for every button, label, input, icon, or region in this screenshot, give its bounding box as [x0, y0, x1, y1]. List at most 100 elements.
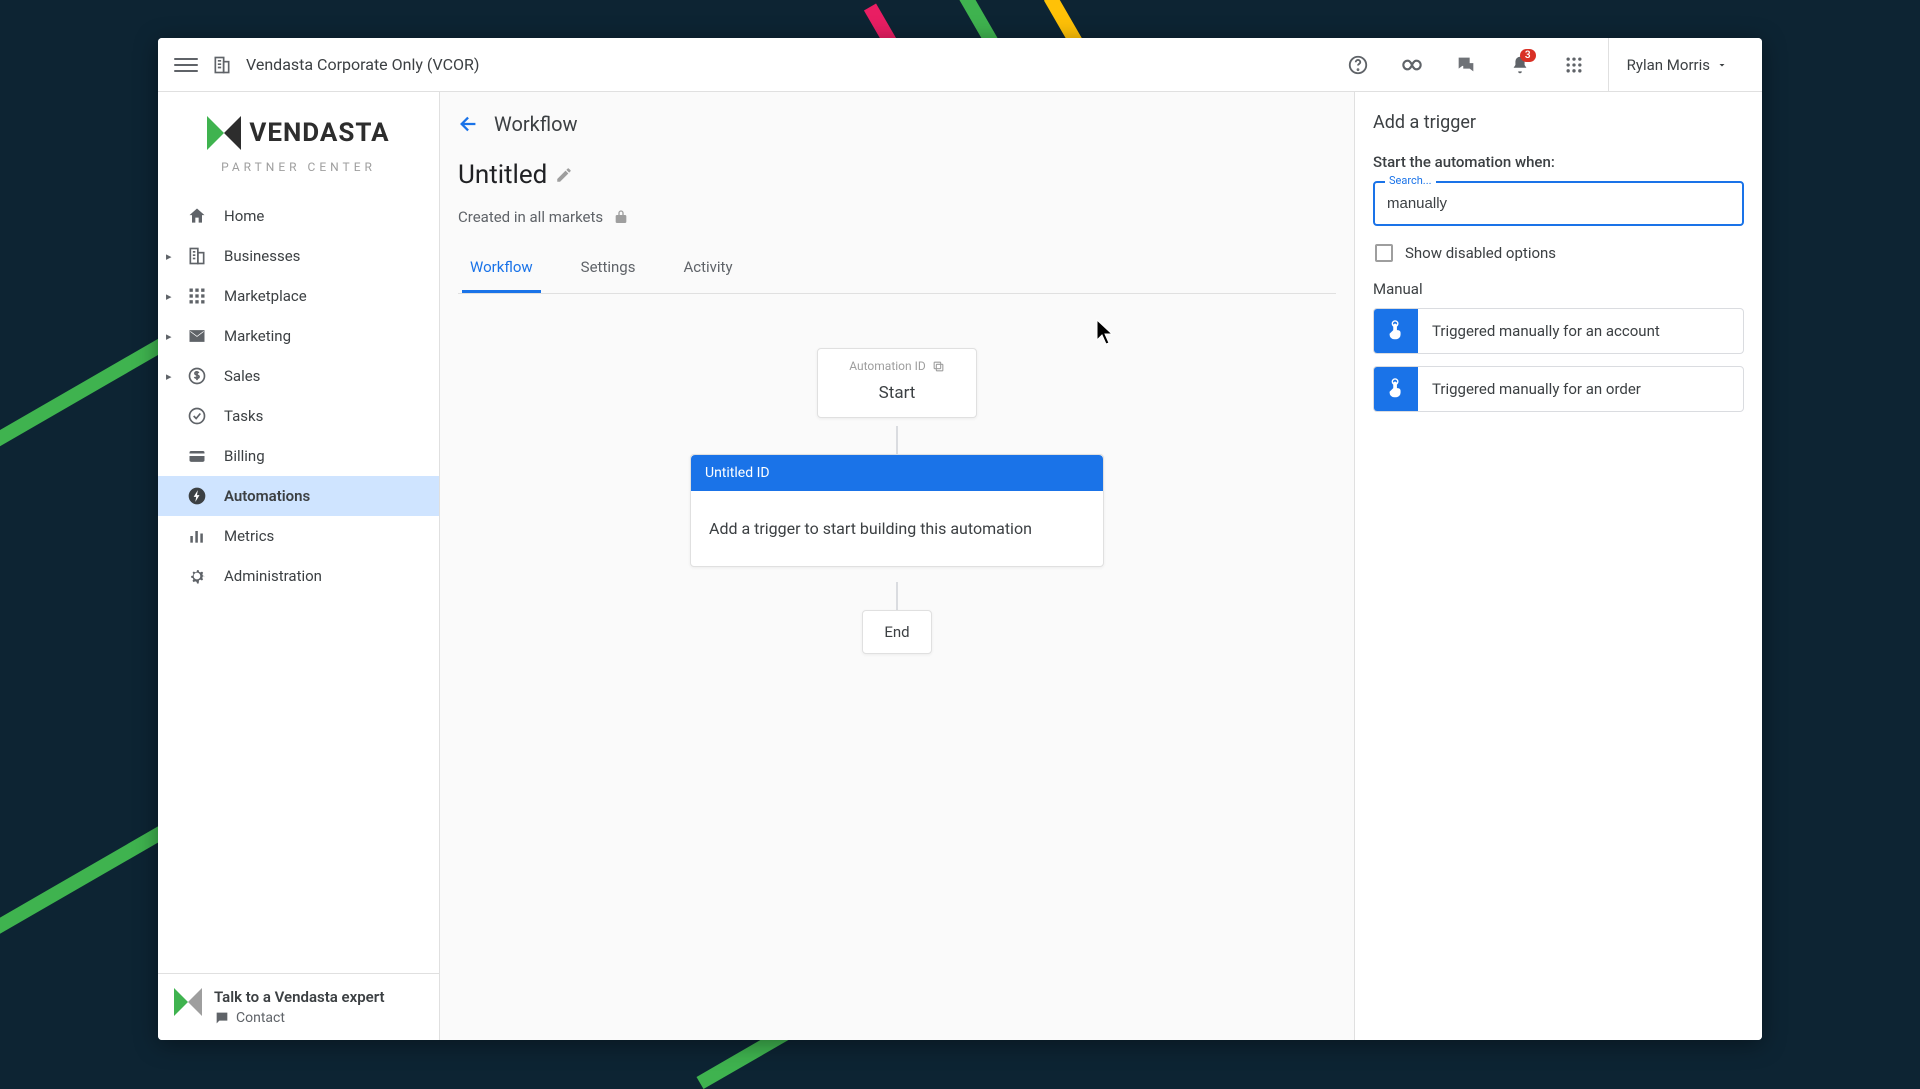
trigger-header: Untitled ID: [691, 455, 1103, 491]
sidebar-item-billing[interactable]: Billing: [158, 436, 439, 476]
automation-id-label: Automation ID: [849, 359, 926, 373]
sidebar-item-label: Sales: [224, 367, 260, 385]
arrow-left-icon: [458, 113, 480, 135]
workflow-title: Untitled: [458, 160, 547, 190]
grid-icon: [186, 286, 208, 306]
check-circle-icon: [186, 406, 208, 426]
sidebar-item-automations[interactable]: Automations: [158, 476, 439, 516]
chevron-right-icon: ▸: [166, 250, 172, 263]
sidebar-item-label: Home: [224, 207, 264, 225]
footer-title: Talk to a Vendasta expert: [214, 988, 385, 1006]
bars-icon: [186, 526, 208, 546]
chevron-right-icon: ▸: [166, 290, 172, 303]
menu-toggle-button[interactable]: [174, 53, 198, 77]
sidebar-item-label: Automations: [224, 487, 310, 505]
user-menu[interactable]: Rylan Morris: [1608, 38, 1746, 91]
touch-icon: [1374, 309, 1418, 353]
trigger-option[interactable]: Triggered manually for an order: [1373, 366, 1744, 412]
app-window: Vendasta Corporate Only (VCOR) 3 Rylan M…: [158, 38, 1762, 1040]
panel-prompt: Start the automation when:: [1373, 153, 1744, 171]
trigger-option[interactable]: Triggered manually for an account: [1373, 308, 1744, 354]
footer-logo-icon: [174, 988, 202, 1016]
touch-icon: [1374, 367, 1418, 411]
brand-subtitle: PARTNER CENTER: [182, 160, 415, 174]
copy-icon[interactable]: [932, 360, 945, 373]
sidebar-item-sales[interactable]: ▸Sales: [158, 356, 439, 396]
show-disabled-label: Show disabled options: [1405, 244, 1556, 262]
chevron-down-icon: [1716, 59, 1728, 71]
card-icon: [186, 446, 208, 466]
building-icon: [212, 55, 232, 75]
back-button[interactable]: [458, 113, 480, 135]
mail-icon: [186, 326, 208, 346]
notification-badge: 3: [1520, 49, 1536, 62]
trigger-search-input[interactable]: [1373, 181, 1744, 226]
apps-button[interactable]: [1554, 45, 1594, 85]
sidebar-item-label: Marketing: [224, 327, 291, 345]
chat-icon: [1455, 54, 1477, 76]
main-content: Workflow Untitled Created in all markets…: [440, 92, 1354, 1040]
brand: VENDASTA PARTNER CENTER: [158, 92, 439, 182]
trigger-option-label: Triggered manually for an order: [1418, 380, 1655, 398]
topbar: Vendasta Corporate Only (VCOR) 3 Rylan M…: [158, 38, 1762, 92]
start-node[interactable]: Automation ID Start: [817, 348, 977, 418]
brand-text: VENDASTA: [249, 118, 389, 148]
tab-activity[interactable]: Activity: [675, 248, 740, 293]
org-name[interactable]: Vendasta Corporate Only (VCOR): [246, 55, 479, 74]
search-label: Search...: [1385, 174, 1436, 187]
sidebar-item-tasks[interactable]: Tasks: [158, 396, 439, 436]
brand-logo-icon: [207, 116, 241, 150]
tabs: Workflow Settings Activity: [458, 248, 1336, 294]
sidebar-item-metrics[interactable]: Metrics: [158, 516, 439, 556]
cursor-icon: [1094, 318, 1116, 346]
edit-title-button[interactable]: [555, 166, 573, 184]
apps-grid-icon: [1564, 55, 1584, 75]
connector: [896, 582, 898, 610]
chat-button[interactable]: [1446, 45, 1486, 85]
sidebar-item-label: Tasks: [224, 407, 263, 425]
start-label: Start: [818, 377, 976, 417]
sidebar-item-label: Metrics: [224, 527, 274, 545]
gear-icon: [186, 566, 208, 586]
help-button[interactable]: [1338, 45, 1378, 85]
chat-icon: [214, 1010, 230, 1026]
workflow-canvas[interactable]: Automation ID Start Untitled ID Add a tr…: [440, 294, 1354, 1040]
tab-workflow[interactable]: Workflow: [462, 248, 541, 293]
footer-contact[interactable]: Contact: [214, 1010, 385, 1026]
sidebar-item-label: Administration: [224, 567, 322, 585]
notifications-button[interactable]: 3: [1500, 45, 1540, 85]
panel-title: Add a trigger: [1373, 112, 1744, 133]
section-title: Workflow: [494, 112, 578, 136]
tab-settings[interactable]: Settings: [573, 248, 644, 293]
sidebar-item-label: Marketplace: [224, 287, 307, 305]
markets-label: Created in all markets: [458, 208, 603, 226]
end-node[interactable]: End: [862, 610, 932, 654]
show-disabled-checkbox[interactable]: [1375, 244, 1393, 262]
sidebar: VENDASTA PARTNER CENTER Home▸Businesses▸…: [158, 92, 440, 1040]
connector: [896, 426, 898, 454]
pencil-icon: [555, 166, 573, 184]
trigger-node[interactable]: Untitled ID Add a trigger to start build…: [690, 454, 1104, 567]
user-name: Rylan Morris: [1627, 56, 1710, 74]
sidebar-item-marketplace[interactable]: ▸ Marketplace: [158, 276, 439, 316]
options-section-label: Manual: [1373, 280, 1744, 298]
sidebar-item-label: Billing: [224, 447, 265, 465]
dollar-icon: [186, 366, 208, 386]
sidebar-item-label: Businesses: [224, 247, 300, 265]
sidebar-footer[interactable]: Talk to a Vendasta expert Contact: [158, 973, 439, 1040]
home-icon: [186, 206, 208, 226]
chevron-right-icon: ▸: [166, 330, 172, 343]
nav: Home ▸ Businesses ▸ Marketplace ▸ Marketing ▸Sa…: [158, 182, 439, 973]
trigger-panel: Add a trigger Start the automation when:…: [1354, 92, 1762, 1040]
help-icon: [1347, 54, 1369, 76]
trigger-option-label: Triggered manually for an account: [1418, 322, 1674, 340]
trigger-body: Add a trigger to start building this aut…: [691, 491, 1103, 566]
sidebar-item-home[interactable]: Home: [158, 196, 439, 236]
sidebar-item-businesses[interactable]: ▸ Businesses: [158, 236, 439, 276]
building-icon: [186, 246, 208, 266]
sidebar-item-administration[interactable]: Administration: [158, 556, 439, 596]
lock-icon: [613, 209, 629, 225]
sidebar-item-marketing[interactable]: ▸ Marketing: [158, 316, 439, 356]
loop-button[interactable]: [1392, 45, 1432, 85]
infinity-icon: [1399, 52, 1425, 78]
